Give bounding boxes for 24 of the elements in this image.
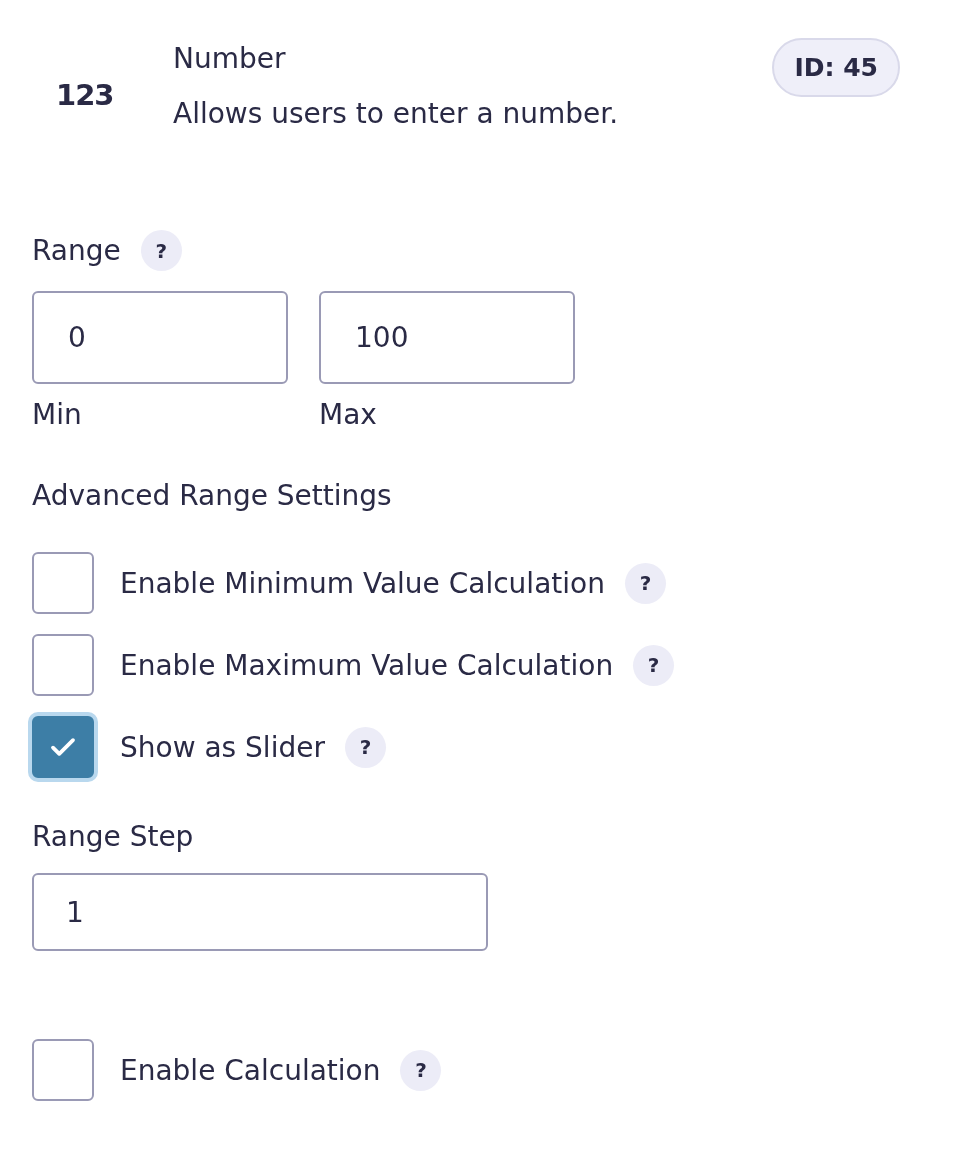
max-label: Max bbox=[319, 398, 378, 431]
help-button[interactable]: ? bbox=[624, 562, 666, 604]
checkbox[interactable] bbox=[32, 1039, 94, 1101]
checkbox-label: Show as Slider bbox=[120, 730, 325, 764]
max-input[interactable]: 100 bbox=[319, 291, 575, 384]
min-input[interactable]: 0 bbox=[32, 291, 288, 384]
numbers-icon: 123 bbox=[56, 78, 173, 112]
checkbox-label: Enable Maximum Value Calculation bbox=[120, 648, 614, 682]
help-button[interactable]: ? bbox=[140, 230, 182, 271]
range-label: Range bbox=[32, 234, 121, 267]
checkbox-label: Enable Minimum Value Calculation bbox=[120, 566, 605, 600]
help-button[interactable]: ? bbox=[633, 644, 675, 686]
section-label: Advanced Range Settings bbox=[32, 479, 393, 512]
field-description: Allows users to enter a number. bbox=[173, 97, 620, 130]
min-label: Min bbox=[32, 398, 83, 431]
checkbox[interactable] bbox=[32, 634, 94, 696]
checkbox[interactable] bbox=[32, 552, 94, 614]
help-button[interactable]: ? bbox=[344, 726, 386, 768]
id-badge: ID: 45 bbox=[772, 38, 900, 97]
range-step-input[interactable]: 1 bbox=[32, 873, 488, 951]
help-button[interactable]: ? bbox=[400, 1049, 442, 1091]
range-step-label: Range Step bbox=[32, 820, 195, 853]
field-title: Number bbox=[173, 42, 287, 75]
checkbox-label: Enable Calculation bbox=[120, 1053, 381, 1087]
